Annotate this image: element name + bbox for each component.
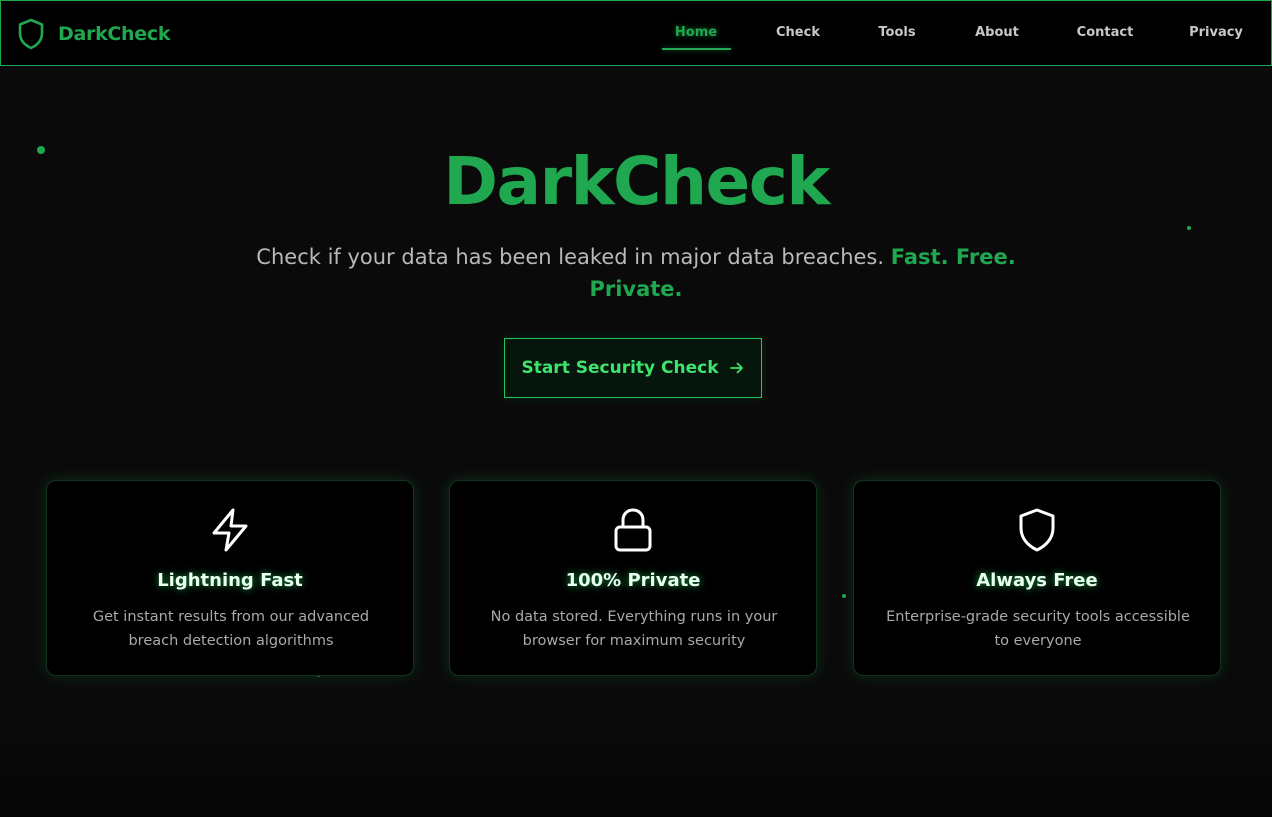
feature-title: Lightning Fast (157, 570, 303, 591)
feature-card-always-free: Always Free Enterprise-grade security to… (853, 480, 1221, 676)
decorative-particle (842, 594, 846, 598)
decorative-particle (1187, 226, 1191, 230)
feature-card-private: 100% Private No data stored. Everything … (449, 480, 817, 676)
feature-title: 100% Private (565, 570, 701, 591)
cta-label: Start Security Check (521, 358, 719, 378)
top-navbar: DarkCheck Home Check Tools About Contact… (0, 0, 1272, 66)
feature-description: No data stored. Everything runs in your … (490, 609, 778, 649)
start-security-check-button[interactable]: Start Security Check (504, 338, 762, 398)
nav-link-about[interactable]: About (975, 23, 1019, 43)
arrow-right-icon (729, 362, 743, 374)
nav-link-contact[interactable]: Contact (1077, 23, 1134, 43)
feature-description: Enterprise-grade security tools accessib… (886, 609, 1190, 649)
nav-link-tools[interactable]: Tools (878, 23, 915, 43)
nav-link-privacy[interactable]: Privacy (1189, 23, 1243, 43)
feature-title: Always Free (976, 570, 1098, 591)
brand-name: DarkCheck (58, 23, 171, 45)
nav-link-check[interactable]: Check (776, 23, 820, 43)
active-nav-underline (662, 48, 731, 50)
brand-logo-link[interactable]: DarkCheck (17, 18, 170, 50)
hero-title: DarkCheck (443, 143, 830, 220)
shield-logo-icon (18, 18, 44, 50)
hero-subtitle-text: Check if your data has been leaked in ma… (256, 245, 885, 269)
lightning-icon (212, 508, 248, 552)
shield-icon (1019, 508, 1055, 552)
feature-card-lightning-fast: Lightning Fast Get instant results from … (46, 480, 414, 676)
feature-description: Get instant results from our advanced br… (92, 609, 370, 649)
nav-link-home[interactable]: Home (675, 23, 717, 43)
hero-subtitle: Check if your data has been leaked in ma… (236, 241, 1036, 305)
lock-icon (614, 508, 652, 552)
